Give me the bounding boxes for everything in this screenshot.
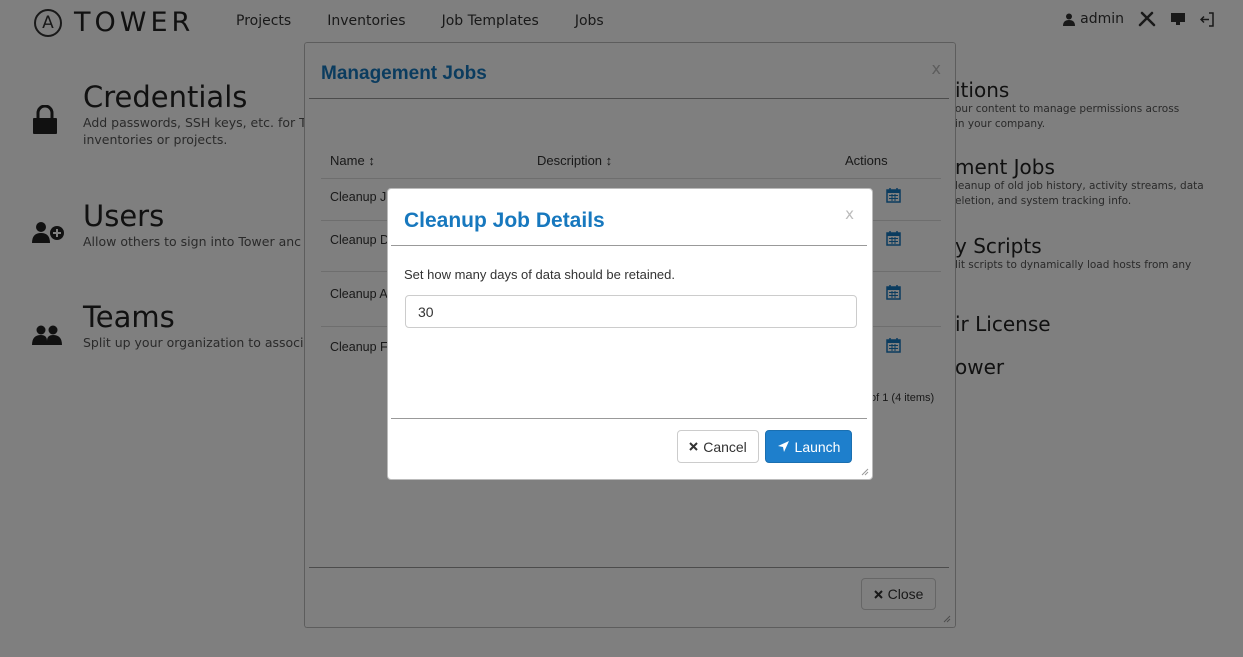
launch-button[interactable]: Launch — [765, 430, 852, 463]
cancel-button[interactable]: Cancel — [677, 430, 759, 463]
modal-title: Cleanup Job Details — [404, 209, 605, 232]
cancel-x-icon — [689, 442, 698, 451]
cleanup-job-details-modal: Cleanup Job Details x Set how many days … — [387, 188, 873, 480]
cancel-button-label: Cancel — [703, 438, 747, 455]
rocket-icon — [777, 441, 789, 452]
resize-handle-icon[interactable] — [861, 468, 869, 476]
launch-button-label: Launch — [794, 438, 841, 455]
divider — [391, 418, 867, 419]
divider — [391, 245, 867, 246]
retention-prompt: Set how many days of data should be reta… — [404, 267, 676, 282]
days-retained-input[interactable] — [405, 295, 857, 328]
close-icon[interactable]: x — [845, 205, 854, 223]
